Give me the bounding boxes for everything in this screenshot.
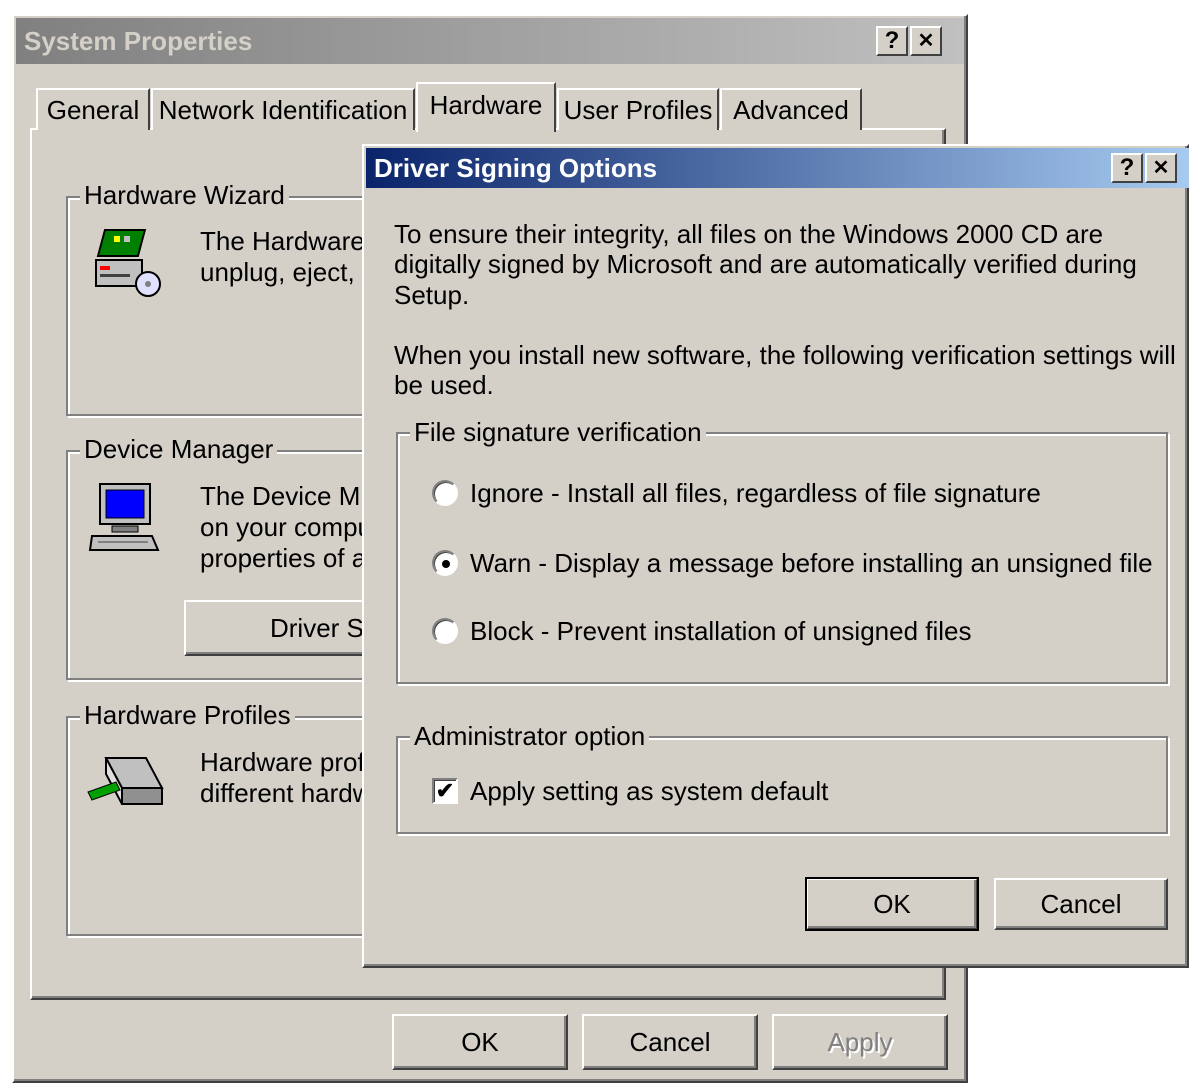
- close-icon: ✕: [1152, 157, 1170, 179]
- block-radio-label[interactable]: Block - Prevent installation of unsigned…: [470, 616, 972, 647]
- driver-signing-title: Driver Signing Options: [374, 153, 658, 183]
- driver-signing-button-label: Driver Si: [270, 612, 370, 643]
- close-icon: ✕: [917, 30, 935, 52]
- hardware-profiles-line2: different hardw: [200, 778, 372, 808]
- computer-icon: [88, 480, 164, 556]
- intro-text-line2: digitally signed by Microsoft and are au…: [394, 249, 1137, 279]
- tab-general-label: General: [46, 94, 140, 125]
- file-signature-legend: File signature verification: [410, 417, 706, 447]
- dialog-ok-button[interactable]: OK: [805, 877, 979, 931]
- ignore-radio-label[interactable]: Ignore - Install all files, regardless o…: [470, 478, 1041, 509]
- warn-radio-label[interactable]: Warn - Display a message before installi…: [470, 548, 1153, 579]
- install-text-line1: When you install new software, the follo…: [394, 340, 1176, 370]
- hardware-wizard-line1: The Hardware: [200, 226, 365, 256]
- apply-default-checkbox[interactable]: ✔: [432, 778, 458, 804]
- install-text-line2: be used.: [394, 370, 494, 400]
- ok-button-label: OK: [461, 1026, 499, 1057]
- apply-button[interactable]: Apply: [772, 1014, 948, 1070]
- device-manager-line2: on your compu: [200, 512, 372, 542]
- help-icon: ?: [884, 27, 900, 54]
- tab-general[interactable]: General: [36, 88, 150, 130]
- hardware-profiles-legend: Hardware Profiles: [80, 700, 295, 730]
- radio-selected-dot: [442, 560, 450, 568]
- apply-default-checkbox-label[interactable]: Apply setting as system default: [470, 776, 828, 807]
- ok-button[interactable]: OK: [392, 1014, 568, 1070]
- administrator-option-legend: Administrator option: [410, 721, 650, 751]
- checkmark-icon: ✔: [435, 778, 455, 803]
- warn-radio[interactable]: [432, 550, 458, 576]
- tab-user-profiles-label: User Profiles: [563, 94, 713, 125]
- hardware-profiles-line1: Hardware profi: [200, 747, 371, 777]
- apply-button-label: Apply: [827, 1026, 893, 1057]
- driver-signing-body: To ensure their integrity, all files on …: [366, 188, 1185, 964]
- system-properties-titlebar[interactable]: System Properties ? ✕: [16, 18, 964, 64]
- help-button[interactable]: ?: [876, 26, 908, 56]
- cancel-button-label: Cancel: [629, 1026, 711, 1057]
- hardware-profiles-icon: [86, 748, 166, 818]
- hardware-wizard-legend: Hardware Wizard: [80, 180, 289, 210]
- block-radio[interactable]: [432, 618, 458, 644]
- intro-text-line3: Setup.: [394, 280, 470, 310]
- dialog-help-button[interactable]: ?: [1111, 153, 1143, 183]
- tab-user-profiles[interactable]: User Profiles: [557, 88, 719, 130]
- dialog-ok-button-label: OK: [873, 888, 911, 919]
- device-manager-line1: The Device M: [200, 481, 361, 511]
- hardware-wizard-icon: [88, 226, 164, 302]
- dialog-close-button[interactable]: ✕: [1145, 153, 1177, 183]
- tab-hardware[interactable]: Hardware: [416, 82, 556, 132]
- device-manager-legend: Device Manager: [80, 434, 278, 464]
- dialog-cancel-button[interactable]: Cancel: [994, 878, 1168, 930]
- tab-advanced-label: Advanced: [733, 94, 849, 125]
- tab-network-identification[interactable]: Network Identification: [151, 88, 415, 130]
- tab-advanced[interactable]: Advanced: [720, 88, 862, 130]
- hardware-wizard-line2: unplug, eject, a: [200, 257, 377, 287]
- dialog-cancel-button-label: Cancel: [1040, 888, 1122, 919]
- ignore-radio[interactable]: [432, 480, 458, 506]
- cancel-button[interactable]: Cancel: [582, 1014, 758, 1070]
- system-properties-title: System Properties: [24, 26, 253, 56]
- tab-hardware-label: Hardware: [429, 89, 543, 120]
- help-icon: ?: [1119, 154, 1135, 181]
- intro-text-line1: To ensure their integrity, all files on …: [394, 219, 1104, 249]
- close-button[interactable]: ✕: [910, 26, 942, 56]
- tab-network-identification-label: Network Identification: [158, 94, 408, 125]
- driver-signing-titlebar[interactable]: Driver Signing Options ? ✕: [366, 148, 1189, 188]
- device-manager-line3: properties of ar: [200, 543, 375, 573]
